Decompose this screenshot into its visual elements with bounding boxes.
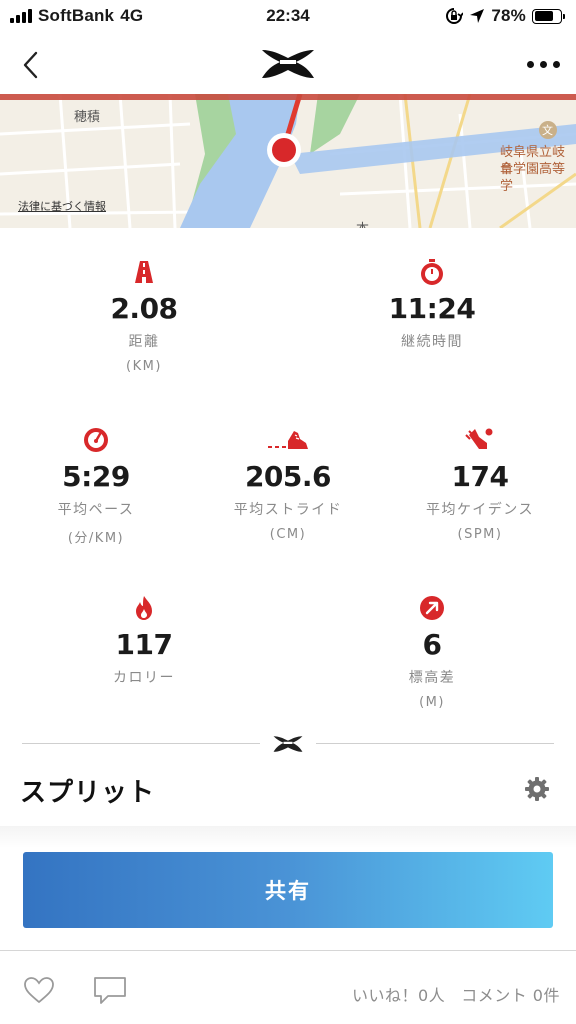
- map-legal-link[interactable]: 法律に基づく情報: [18, 198, 106, 214]
- split-title: スプリット: [20, 778, 156, 808]
- elevation-label: 標高差: [408, 670, 456, 686]
- calories-value: 117: [115, 628, 173, 661]
- share-button[interactable]: 共有: [23, 852, 553, 928]
- stride-value: 205.6: [244, 460, 332, 493]
- stat-elevation: 6 標高差 (M): [336, 594, 528, 710]
- map-school-label-2: 合学園高等学: [500, 162, 566, 194]
- elevation-unit: (M): [419, 695, 445, 710]
- social-counts: いいね！0人 コメント 0件: [352, 982, 560, 1006]
- nav-bar: [0, 34, 576, 94]
- elevation-arrow-icon: [420, 596, 444, 620]
- cadence-unit: (SPM): [457, 527, 503, 542]
- distance-value: 2.08: [110, 292, 178, 325]
- comment-button[interactable]: [92, 975, 128, 1007]
- shoe-stride-icon: [268, 431, 308, 449]
- comment-bubble-icon: [94, 977, 126, 1004]
- route-map[interactable]: 穂積 文 岐阜県立岐阜 合学園高等学 本 法律に基づく情報: [0, 94, 576, 228]
- brand-logo: [262, 50, 314, 78]
- chevron-left-icon: [23, 51, 38, 79]
- stat-distance: 2.08 距離 (KM): [48, 258, 240, 374]
- stat-pace: 5:29 平均ペース (分/KM): [0, 426, 192, 546]
- pace-label: 平均ペース: [57, 502, 135, 518]
- rotation-lock-icon: [446, 8, 464, 24]
- battery-percent: 78%: [491, 6, 526, 25]
- split-settings-button[interactable]: [524, 776, 550, 802]
- distance-unit: (KM): [126, 359, 162, 374]
- social-footer: いいね！0人 コメント 0件: [0, 951, 576, 1024]
- section-divider: [22, 734, 554, 754]
- stopwatch-icon: [421, 259, 443, 285]
- elevation-value: 6: [422, 628, 442, 661]
- pace-unit: (分/KM): [67, 531, 125, 546]
- cadence-label: 平均ケイデンス: [426, 502, 534, 518]
- location-arrow-icon: [470, 9, 485, 23]
- shoe-cadence-icon: [465, 428, 493, 449]
- calories-label: カロリー: [113, 670, 175, 686]
- status-bar: SoftBank 4G 22:34 78%: [0, 0, 576, 34]
- dot-icon: [540, 60, 547, 68]
- map-partial-label: 本: [356, 218, 369, 228]
- road-icon: [135, 261, 153, 283]
- stride-unit: (CM): [269, 527, 307, 542]
- divider-line-right: [316, 743, 554, 744]
- duration-label: 継続時間: [401, 334, 463, 350]
- school-badge-icon: 文: [542, 124, 553, 137]
- comments-count[interactable]: コメント 0件: [461, 982, 560, 1006]
- cadence-value: 174: [451, 460, 509, 493]
- more-options-button[interactable]: [520, 56, 560, 72]
- stats-grid: 2.08 距離 (KM) 11:24 継続時間 5:29 平均ペース (分/KM…: [0, 228, 576, 728]
- back-button[interactable]: [14, 48, 48, 82]
- stride-label: 平均ストライド: [233, 502, 343, 518]
- duration-value: 11:24: [388, 292, 476, 325]
- likes-count[interactable]: いいね！0人: [352, 982, 445, 1006]
- stat-calories: 117 カロリー: [48, 594, 240, 687]
- battery-icon: [532, 8, 565, 24]
- stat-duration: 11:24 継続時間: [336, 258, 528, 351]
- speedometer-icon: [84, 428, 108, 452]
- gear-icon: [525, 777, 549, 801]
- map-place-label: 穂積: [74, 110, 101, 125]
- dot-icon: [553, 60, 560, 68]
- status-right: 78%: [445, 6, 565, 26]
- dot-icon: [527, 60, 534, 68]
- pace-value: 5:29: [62, 460, 130, 493]
- heart-icon: [24, 977, 54, 1004]
- divider-line-left: [22, 743, 260, 744]
- stat-cadence: 174 平均ケイデンス (SPM): [384, 426, 576, 542]
- stat-stride: 205.6 平均ストライド (CM): [192, 426, 384, 542]
- flame-icon: [136, 596, 152, 620]
- distance-label: 距離: [128, 334, 160, 350]
- like-button[interactable]: [22, 975, 56, 1005]
- brand-logo-small: [273, 736, 303, 752]
